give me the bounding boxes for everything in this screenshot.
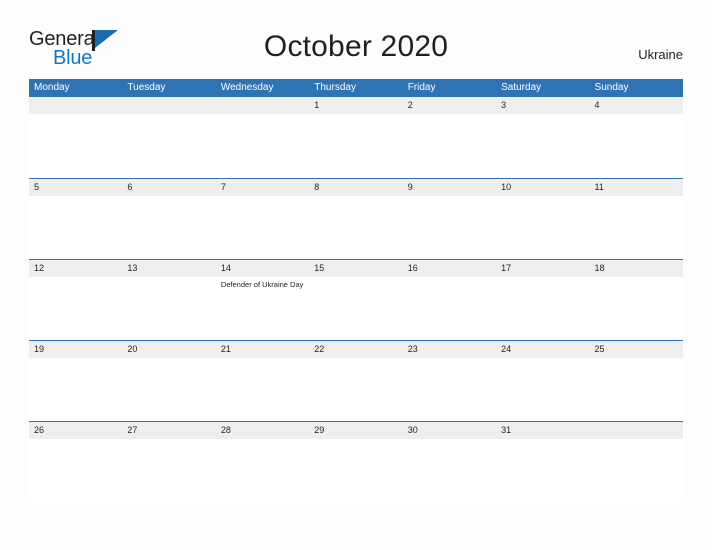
day-cell [216,196,309,259]
day-number[interactable]: 6 [122,179,215,196]
day-number[interactable]: 31 [496,422,589,439]
day-number[interactable]: 20 [122,341,215,358]
day-cell [309,196,402,259]
day-cell [122,114,215,177]
day-number[interactable]: 1 [309,97,402,114]
day-header-tuesday: Tuesday [127,82,166,93]
day-number[interactable]: 29 [309,422,402,439]
day-number[interactable]: 17 [496,260,589,277]
day-number[interactable]: 21 [216,341,309,358]
calendar-weeks: 1 2 3 4 5 6 7 8 9 10 11 12 13 14 15 16 17 18 Defender of U… [29,97,683,502]
day-number[interactable]: 2 [403,97,496,114]
day-number-empty [122,97,215,114]
day-number[interactable]: 14 [216,260,309,277]
day-cell [309,277,402,340]
day-cell [29,277,122,340]
day-number[interactable]: 25 [590,341,683,358]
day-cell [403,439,496,502]
day-number[interactable]: 4 [590,97,683,114]
day-cell [309,114,402,177]
day-cell [122,439,215,502]
day-cell [122,358,215,421]
calendar-week-row: 26 27 28 29 30 31 [29,421,683,502]
day-of-week-header-row: Monday Tuesday Wednesday Thursday Friday… [29,79,683,97]
day-number[interactable]: 16 [403,260,496,277]
day-number[interactable]: 27 [122,422,215,439]
week-date-band: 19 20 21 22 23 24 25 [29,341,683,358]
day-cell [590,277,683,340]
day-number[interactable]: 3 [496,97,589,114]
day-number[interactable]: 30 [403,422,496,439]
day-number[interactable]: 8 [309,179,402,196]
day-cell [496,114,589,177]
day-cell [496,196,589,259]
day-number[interactable]: 13 [122,260,215,277]
day-cell [29,196,122,259]
day-number-empty [29,97,122,114]
day-cell [309,358,402,421]
day-header-monday: Monday [34,82,70,93]
week-event-band [29,439,683,502]
day-cell [590,358,683,421]
week-date-band: 5 6 7 8 9 10 11 [29,179,683,196]
day-number[interactable]: 23 [403,341,496,358]
day-header-wednesday: Wednesday [220,82,274,93]
calendar-grid: Monday Tuesday Wednesday Thursday Friday… [29,79,683,502]
holiday-label: Defender of Ukraine Day [220,280,304,289]
day-cell [216,358,309,421]
day-cell [403,196,496,259]
day-cell [122,196,215,259]
day-header-saturday: Saturday [501,82,542,93]
day-number-empty [590,422,683,439]
page-title: October 2020 [263,30,449,63]
day-cell [29,114,122,177]
day-number[interactable]: 18 [590,260,683,277]
day-number[interactable]: 19 [29,341,122,358]
day-number[interactable]: 9 [403,179,496,196]
day-number[interactable]: 22 [309,341,402,358]
day-cell-with-event: Defender of Ukraine Day [216,277,309,340]
day-cell [590,196,683,259]
day-number[interactable]: 11 [590,179,683,196]
calendar-week-row: 1234 [29,97,683,178]
day-cell [29,439,122,502]
calendar-week-row: 12 13 14 15 16 17 18 Defender of Ukraine Day [29,259,683,340]
page-header: General Blue October 2020 Ukraine [0,0,712,79]
day-cell [496,439,589,502]
day-number[interactable]: 26 [29,422,122,439]
day-cell [590,439,683,502]
day-number[interactable]: 15 [309,260,402,277]
day-number[interactable]: 12 [29,260,122,277]
day-cell [122,277,215,340]
day-cell [403,114,496,177]
day-header-sunday: Sunday [594,82,629,93]
day-cell [216,114,309,177]
day-header-friday: Friday [407,82,436,93]
day-number[interactable]: 10 [496,179,589,196]
day-cell [403,277,496,340]
day-number[interactable]: 5 [29,179,122,196]
week-event-band: Defender of Ukraine Day [29,277,683,340]
day-cell [496,358,589,421]
week-date-band: 1234 [29,97,683,114]
calendar-week-row: 19 20 21 22 23 24 25 [29,340,683,421]
day-number-empty [216,97,309,114]
week-event-band [29,196,683,259]
day-cell [403,358,496,421]
day-cell [309,439,402,502]
country-label: Ukraine [638,47,683,62]
week-date-band: 26 27 28 29 30 31 [29,422,683,439]
week-date-band: 12 13 14 15 16 17 18 [29,260,683,277]
day-number[interactable]: 24 [496,341,589,358]
week-event-band [29,358,683,421]
day-header-thursday: Thursday [314,82,356,93]
calendar-week-row: 5 6 7 8 9 10 11 [29,178,683,259]
day-cell [590,114,683,177]
week-event-band [29,114,683,177]
day-cell [29,358,122,421]
day-cell [216,439,309,502]
day-number[interactable]: 28 [216,422,309,439]
day-number[interactable]: 7 [216,179,309,196]
day-cell [496,277,589,340]
